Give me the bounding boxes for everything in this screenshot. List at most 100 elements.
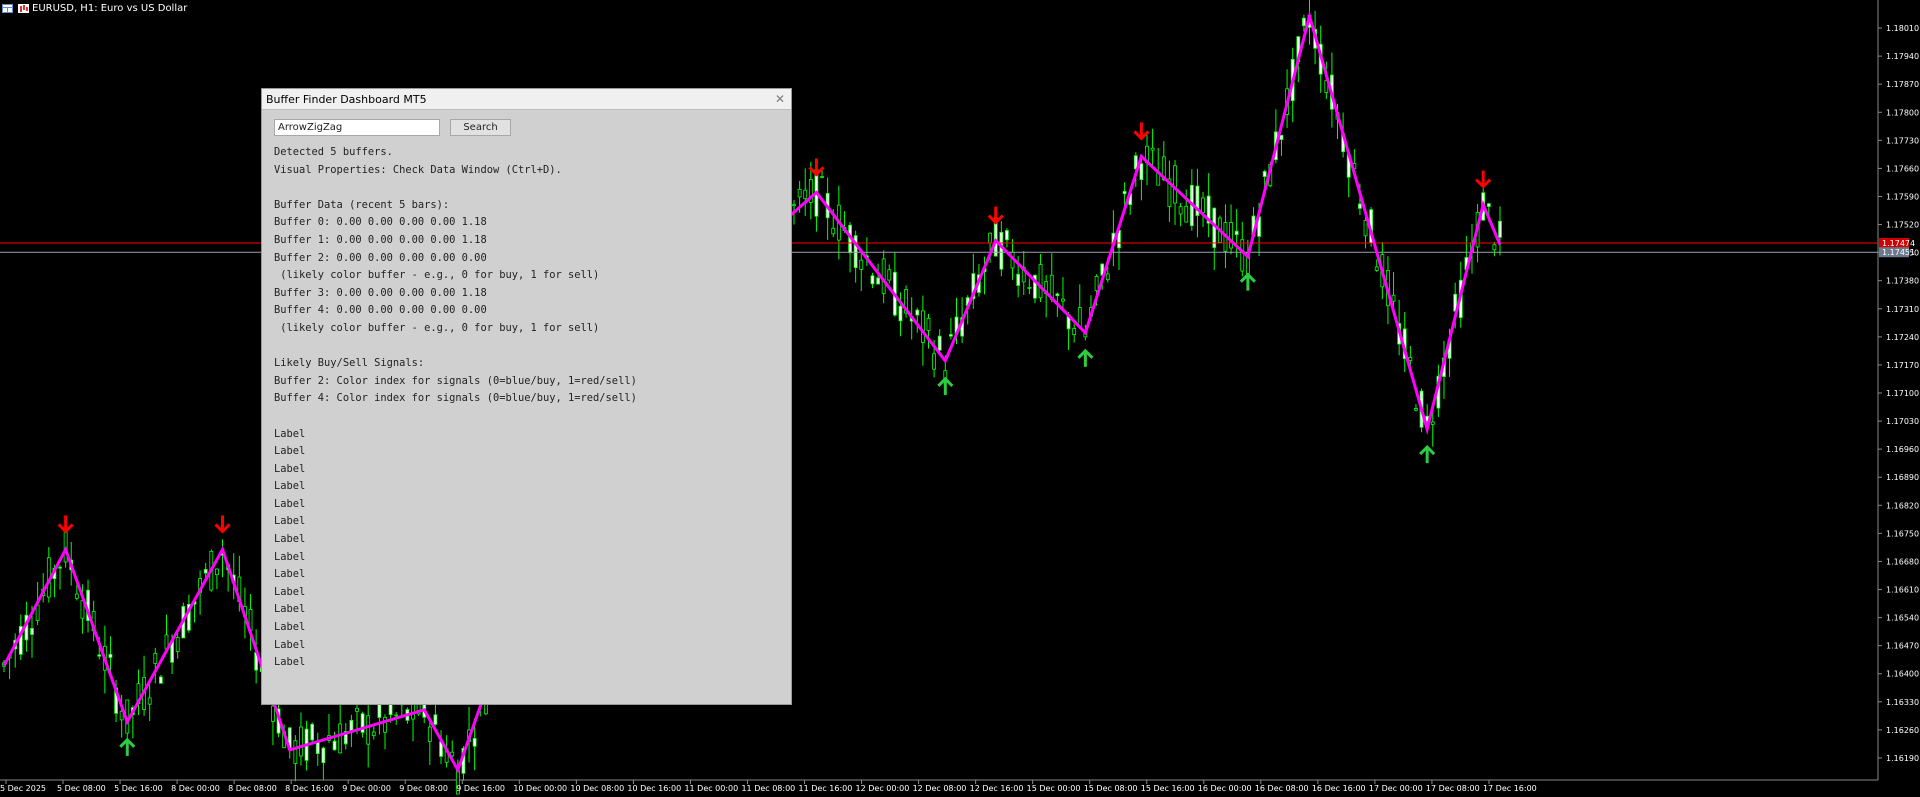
output-label: Label [274, 533, 306, 546]
output-label: Label [274, 515, 306, 528]
time-axis: 5 Dec 2025 5 Dec 08:00 5 Dec 16:00 8 Dec 00… [0, 780, 1537, 793]
price-tick-label: 1.17520 [1886, 221, 1919, 230]
output-label: Label [274, 480, 306, 493]
candle [332, 731, 337, 751]
candle [949, 317, 953, 340]
candle [366, 701, 371, 768]
indicator-name-input[interactable] [274, 119, 440, 136]
candle [433, 701, 438, 726]
candle [1234, 209, 1239, 258]
sell-arrow-icon [987, 206, 1004, 225]
candle [136, 669, 141, 715]
output-line: (likely color buffer - e.g., 0 for buy, … [274, 269, 600, 282]
candle [926, 313, 931, 349]
chart-title: EURUSD, H1: Euro vs US Dollar [32, 3, 188, 14]
price-tick-label: 1.16680 [1886, 557, 1919, 566]
candle [427, 718, 432, 765]
time-tick-label: 9 Dec 08:00 [399, 784, 448, 793]
time-tick-label: 11 Dec 16:00 [799, 784, 853, 793]
candle [1195, 168, 1200, 238]
candle [108, 636, 113, 673]
candle [1414, 404, 1418, 412]
time-tick-label: 17 Dec 16:00 [1483, 784, 1537, 793]
time-tick-label: 10 Dec 08:00 [570, 784, 624, 793]
sell-arrow-icon [214, 515, 231, 534]
time-tick-label: 10 Dec 16:00 [627, 784, 681, 793]
search-button[interactable]: Search [450, 119, 511, 136]
price-tick-label: 1.17310 [1886, 305, 1919, 314]
time-tick-label: 15 Dec 16:00 [1141, 784, 1195, 793]
candle [46, 547, 51, 603]
output-line: (likely color buffer - e.g., 0 for buy, … [274, 321, 600, 334]
output-label: Label [274, 427, 306, 440]
candle [853, 230, 858, 283]
dashboard-output: Detected 5 buffers. Visual Properties: Ch… [274, 144, 637, 672]
output-label: Label [274, 445, 306, 458]
output-line: Buffer 2: 0.00 0.00 0.00 0.00 0.00 [274, 251, 487, 264]
price-tick-label: 1.17870 [1886, 80, 1919, 89]
chart-type-icon [18, 4, 29, 13]
price-tick-label: 1.17170 [1886, 361, 1919, 370]
output-line: Buffer 2: Color index for signals (0=blu… [274, 374, 637, 387]
candle [142, 655, 146, 716]
candle [215, 568, 219, 590]
output-label: Label [274, 568, 306, 581]
price-tick-label: 1.16330 [1886, 698, 1919, 707]
output-line: Visual Properties: Check Data Window (Ct… [274, 163, 562, 176]
search-row: Search [274, 119, 511, 136]
price-tick-label: 1.16610 [1886, 586, 1919, 595]
time-tick-label: 17 Dec 00:00 [1369, 784, 1423, 793]
price-tick-label: 1.16890 [1886, 473, 1919, 482]
candle [153, 647, 158, 684]
price-tick-label: 1.16960 [1886, 445, 1919, 454]
buy-arrow-icon [937, 376, 954, 395]
output-line: Buffer 4: 0.00 0.00 0.00 0.00 0.00 [274, 304, 487, 317]
buffer-finder-dashboard[interactable]: Buffer Finder Dashboard MT5 ✕ Search Det… [261, 88, 792, 705]
price-tick-label: 1.16260 [1886, 726, 1919, 735]
candle [175, 631, 180, 659]
candle [1201, 191, 1205, 227]
price-tick-label: 1.16470 [1886, 642, 1919, 651]
candle [315, 732, 320, 766]
price-tick-label: 1.17030 [1886, 417, 1919, 426]
output-label: Label [274, 603, 306, 616]
time-tick-label: 12 Dec 16:00 [970, 784, 1024, 793]
price-tick-label: 1.18010 [1886, 24, 1919, 33]
candle [220, 539, 225, 578]
candle [1044, 275, 1049, 318]
time-tick-label: 15 Dec 00:00 [1027, 784, 1081, 793]
svg-text:1.17474: 1.17474 [1882, 239, 1915, 248]
price-axis: 1.18010 1.17940 1.17870 1.17800 1.17730 1.176… [1878, 24, 1919, 763]
price-tick-label: 1.16540 [1886, 614, 1919, 623]
candle [1206, 173, 1211, 238]
buy-arrow-icon [119, 737, 136, 756]
output-label: Label [274, 621, 306, 634]
sell-arrow-icon [1475, 170, 1492, 189]
candle [1072, 323, 1077, 343]
close-icon[interactable]: ✕ [773, 92, 787, 106]
output-line: Buffer 0: 0.00 0.00 0.00 0.00 1.18 [274, 216, 487, 229]
output-label: Label [274, 656, 306, 669]
candle [1173, 160, 1177, 225]
output-line: Buffer 3: 0.00 0.00 0.00 0.00 1.18 [274, 286, 487, 299]
candle [1049, 253, 1054, 303]
time-tick-label: 5 Dec 2025 [0, 784, 46, 793]
time-tick-label: 8 Dec 08:00 [228, 784, 277, 793]
output-label: Label [274, 497, 306, 510]
time-tick-label: 16 Dec 00:00 [1198, 784, 1252, 793]
price-tick-label: 1.16820 [1886, 501, 1919, 510]
output-label: Label [274, 462, 306, 475]
dashboard-header[interactable]: Buffer Finder Dashboard MT5 ✕ [262, 89, 791, 110]
candle [310, 722, 315, 744]
price-tick-label: 1.17800 [1886, 108, 1919, 117]
price-tick-label: 1.17380 [1886, 277, 1919, 286]
candle [1077, 284, 1082, 327]
candle [859, 249, 864, 292]
candle [1391, 271, 1396, 308]
buy-arrow-icon [1077, 348, 1094, 367]
candle [814, 167, 819, 232]
chart-window-icon [2, 4, 13, 13]
